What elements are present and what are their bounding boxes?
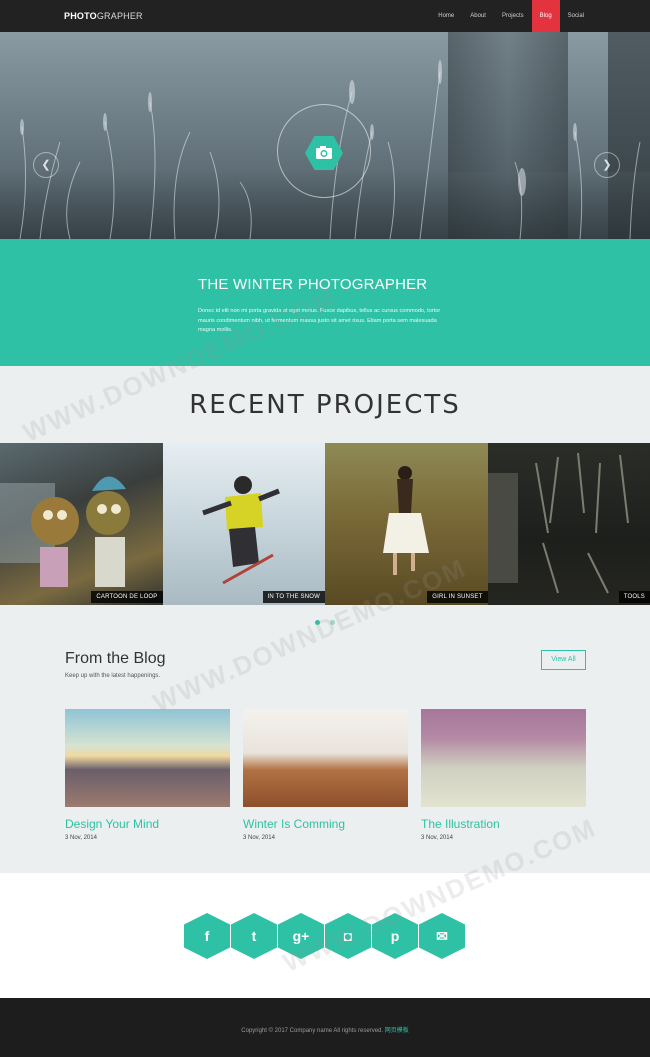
facebook-button[interactable]: f [184,913,230,959]
hero-prev-button[interactable]: ❮ [33,152,59,178]
blog-card: The Illustration 3 Nov, 2014 [421,709,586,841]
intro-banner: THE WINTER PHOTOGRAPHER Donec id elit no… [0,239,650,366]
blog-card-title[interactable]: Winter Is Comming [243,817,408,831]
project-caption: GIRL IN SUNSET [427,591,488,603]
top-navbar: PHOTOGRAPHER Home About Projects Blog So… [0,0,650,32]
blog-card-date: 3 Nov, 2014 [243,835,275,841]
instagram-button[interactable]: ◘ [325,913,371,959]
projects-title: RECENT PROJECTS [189,390,461,420]
logo-bold-text: PHOTO [64,11,97,21]
project-image-cartoon [0,476,130,587]
nav-about[interactable]: About [462,0,494,32]
instagram-icon: ◘ [343,928,353,944]
blog-card-image[interactable] [65,709,230,807]
blog-card-image[interactable] [243,709,408,807]
blog-card-date: 3 Nov, 2014 [65,835,97,841]
blog-card: Winter Is Comming 3 Nov, 2014 [243,709,408,841]
chevron-right-icon: ❯ [602,159,612,171]
project-tile[interactable]: IN TO THE SNOW [162,443,325,605]
gallery-pagination [0,612,650,630]
footer-text: Copyright © 2017 Company name All rights… [0,1025,650,1034]
site-logo[interactable]: PHOTOGRAPHER [64,11,143,21]
blog-title: From the Blog [65,650,166,667]
chevron-left-icon: ❮ [41,159,51,171]
pagination-dot[interactable] [330,620,336,625]
blog-card-date: 3 Nov, 2014 [421,835,453,841]
google-plus-button[interactable]: g+ [278,913,324,959]
blog-card-image[interactable] [421,709,586,807]
project-image-snow [201,476,280,585]
project-tile[interactable]: CARTOON DE LOOP [0,443,163,605]
footer: Copyright © 2017 Company name All rights… [0,998,650,1057]
project-image-tools [487,452,629,594]
nav-social[interactable]: Social [560,0,592,32]
project-caption: IN TO THE SNOW [262,591,325,603]
pinterest-icon: p [390,928,400,944]
main-menu: Home About Projects Blog Social [430,0,592,32]
google-plus-icon: g+ [292,928,310,944]
blog-card: Design Your Mind 3 Nov, 2014 [65,709,230,841]
blog-card-title[interactable]: The Illustration [421,817,586,831]
pagination-dot-active[interactable] [314,620,320,625]
nav-blog[interactable]: Blog [531,0,560,32]
email-button[interactable]: ✉ [419,913,465,959]
pinterest-button[interactable]: p [372,913,418,959]
facebook-icon: f [204,928,210,944]
project-caption: CARTOON DE LOOP [91,591,163,603]
project-tile[interactable]: TOOLS [487,443,650,605]
camera-icon [305,136,343,170]
project-image-sunset [383,466,429,575]
email-icon: ✉ [436,928,448,944]
social-section: f t g+ ◘ p ✉ [0,873,650,998]
project-caption: TOOLS [618,591,650,603]
hero-next-button[interactable]: ❯ [594,152,620,178]
intro-text: Donec id elit non mi porta gravida at eg… [198,308,441,333]
twitter-icon: t [251,928,257,944]
logo-light-text: GRAPHER [96,11,143,21]
hero-slider: ❮ ❯ [0,32,650,239]
copyright-text: Copyright © 2017 Company name All rights… [241,1028,384,1034]
nav-home[interactable]: Home [430,0,462,32]
blog-card-title[interactable]: Design Your Mind [65,817,230,831]
blog-subtitle: Keep up with the latest happenings. [65,673,161,679]
footer-link[interactable]: 网页模板 [385,1028,409,1034]
twitter-button[interactable]: t [231,913,277,959]
nav-projects[interactable]: Projects [494,0,532,32]
project-tile[interactable]: GIRL IN SUNSET [325,443,488,605]
projects-gallery: CARTOON DE LOOP IN TO THE SNOW GIRL IN S… [0,443,650,605]
intro-title: THE WINTER PHOTOGRAPHER [198,276,428,293]
view-all-button[interactable]: View All [541,650,586,670]
